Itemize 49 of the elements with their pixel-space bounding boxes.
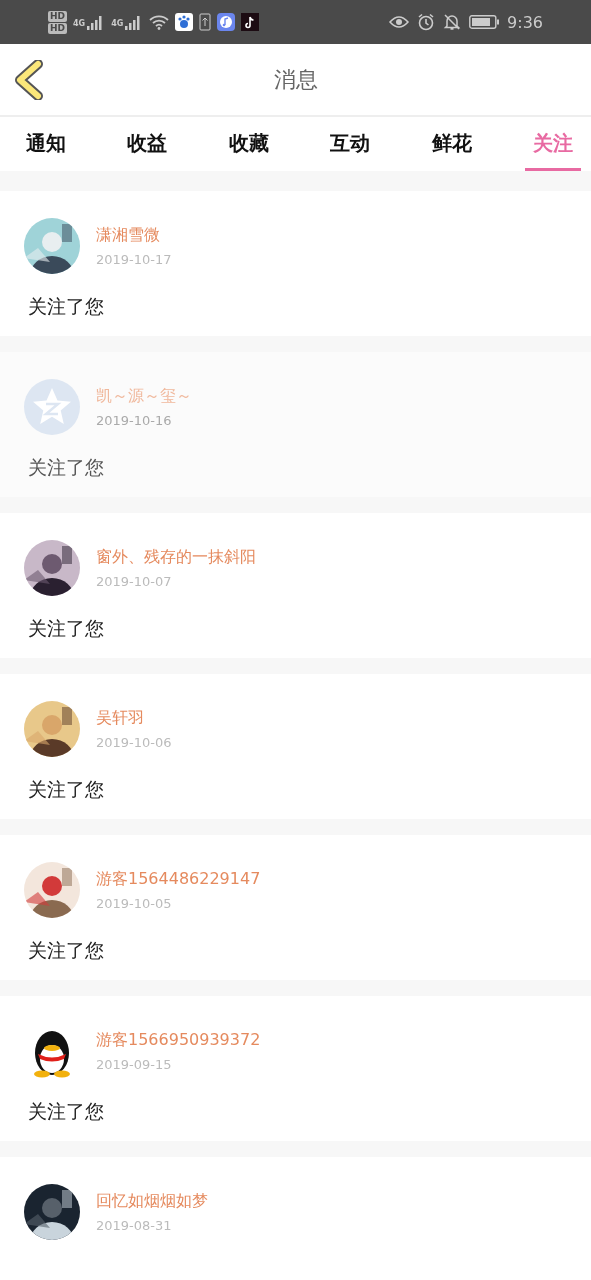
- eye-icon: [389, 15, 410, 29]
- upload-icon: [199, 13, 212, 31]
- follow-date: 2019-10-06: [96, 735, 172, 750]
- user-name: 窗外、残存的一抹斜阳: [96, 547, 256, 568]
- tab[interactable]: 互动: [322, 117, 379, 171]
- message-card[interactable]: 凯～源～玺～ 2019-10-16 关注了您: [0, 352, 591, 497]
- back-button[interactable]: [14, 59, 44, 100]
- message-text: 关注了您: [28, 1099, 105, 1124]
- hd-indicator: HD: [48, 10, 67, 22]
- battery-icon: [469, 15, 500, 29]
- user-name: 游客1566950939372: [96, 1030, 261, 1051]
- network-type: 4G: [111, 18, 124, 28]
- message-text: 关注了您: [28, 938, 105, 963]
- mute-bell-icon: [443, 13, 462, 31]
- alarm-icon: [417, 13, 436, 31]
- tab[interactable]: 通知: [18, 117, 74, 171]
- music-app-icon: [217, 13, 236, 31]
- user-name: 潇湘雪微: [96, 225, 161, 246]
- user-name: 游客1564486229147: [96, 869, 261, 890]
- user-name: 凯～源～玺～: [96, 386, 192, 407]
- clock-time: 9:36: [507, 12, 543, 32]
- follow-date: 2019-10-05: [96, 896, 173, 911]
- tab[interactable]: 收益: [119, 117, 176, 171]
- note-app-icon: [241, 13, 260, 31]
- follow-date: 2019-10-17: [96, 252, 172, 267]
- paw-app-icon: [175, 13, 194, 31]
- message-text: 关注了您: [28, 294, 105, 319]
- tab[interactable]: 鲜花: [423, 117, 480, 171]
- message-text: 关注了您: [28, 777, 105, 802]
- message-card[interactable]: 潇湘雪微 2019-10-17 关注了您: [0, 191, 591, 336]
- follow-date: 2019-08-31: [96, 1218, 173, 1233]
- message-card[interactable]: 游客1564486229147 2019-10-05 关注了您: [0, 835, 591, 980]
- wifi-icon: [149, 14, 170, 30]
- message-card[interactable]: 游客1566950939372 2019-09-15 关注了您: [0, 996, 591, 1141]
- message-text: 关注了您: [28, 616, 105, 641]
- user-name: 回忆如烟烟如梦: [96, 1191, 208, 1212]
- hd-indicator: HD: [48, 22, 67, 34]
- follow-date: 2019-10-16: [96, 413, 173, 428]
- star-avatar-icon: [24, 379, 80, 435]
- message-text: 关注了您: [28, 455, 105, 480]
- page-title: 消息: [273, 65, 318, 94]
- message-card[interactable]: 吴轩羽 2019-10-06 关注了您: [0, 674, 591, 819]
- follow-date: 2019-09-15: [96, 1057, 173, 1072]
- user-name: 吴轩羽: [96, 708, 145, 729]
- message-card[interactable]: 窗外、残存的一抹斜阳 2019-10-07 关注了您: [0, 513, 591, 658]
- network-type: 4G: [73, 18, 86, 28]
- follow-date: 2019-10-07: [96, 574, 173, 589]
- back-chevron-icon: [14, 59, 44, 100]
- tab[interactable]: 收藏: [220, 117, 277, 171]
